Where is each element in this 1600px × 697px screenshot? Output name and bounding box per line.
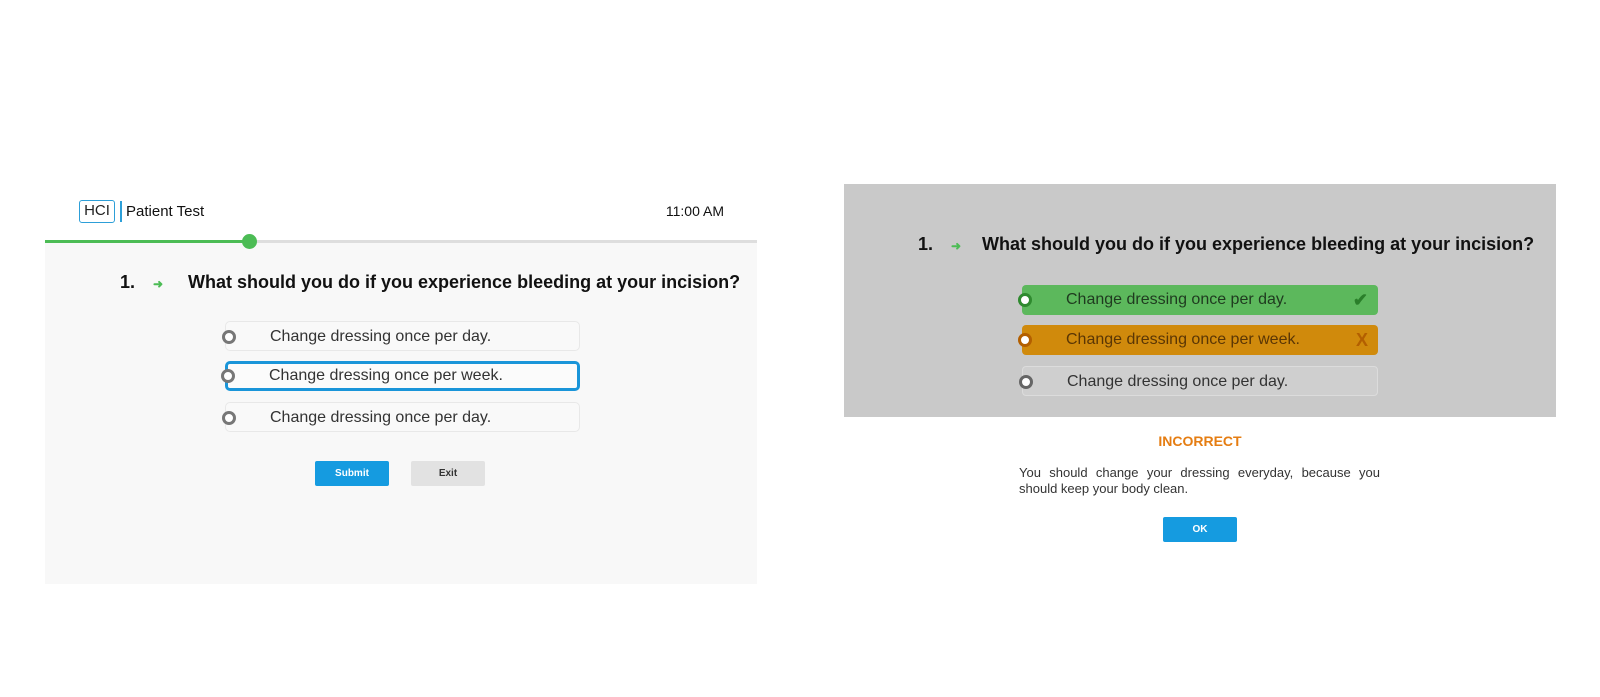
clock: 11:00 AM [665, 203, 724, 219]
option-label: Change dressing once per day. [270, 409, 492, 426]
option-label: Change dressing once per day. [1066, 291, 1288, 308]
ok-button[interactable]: OK [1163, 517, 1237, 542]
radio-icon [1018, 333, 1032, 347]
option-label: Change dressing once per week. [269, 367, 503, 384]
hci-logo: HCI [79, 200, 115, 223]
feedback-option-neutral: Change dressing once per day. [1019, 366, 1378, 396]
answer-option-2[interactable]: Change dressing once per week. [221, 361, 580, 391]
answer-option-3[interactable]: Change dressing once per day. [222, 402, 580, 432]
radio-icon[interactable] [222, 411, 236, 425]
top-bar: HCI Patient Test 11:00 AM [45, 189, 757, 249]
feedback-panel: 1. ➜ What should you do if you experienc… [844, 184, 1556, 417]
question-text: What should you do if you experience ble… [982, 234, 1535, 254]
logo-divider [120, 201, 122, 222]
x-mark-icon: X [1355, 330, 1368, 350]
radio-icon[interactable] [222, 330, 236, 344]
radio-icon[interactable] [221, 369, 235, 383]
question-text: What should you do if you experience ble… [188, 272, 741, 292]
question-row: 1. ➜ What should you do if you experienc… [120, 270, 740, 296]
answer-option-1[interactable]: Change dressing once per day. [222, 321, 580, 351]
check-icon: ✔ [1352, 290, 1368, 310]
quiz-screen: HCI Patient Test 11:00 AM 1. ➜ What shou… [45, 189, 757, 584]
question-number: 1. [918, 234, 934, 254]
feedback-option-incorrect: Change dressing once per week. X [1018, 325, 1378, 355]
arrow-right-icon: ➜ [951, 239, 962, 253]
progress-bar [45, 234, 757, 249]
option-label: Change dressing once per week. [1066, 331, 1300, 348]
explanation-text: You should change your dressing everyday… [1019, 465, 1380, 496]
feedback-option-correct: Change dressing once per day. ✔ [1018, 285, 1378, 315]
option-label: Change dressing once per day. [270, 328, 492, 345]
progress-knob [241, 234, 257, 249]
result-title: INCORRECT [1158, 433, 1242, 449]
exit-button[interactable]: Exit [411, 461, 485, 486]
app-title: Patient Test [126, 203, 205, 220]
radio-icon [1018, 293, 1032, 307]
submit-button[interactable]: Submit [315, 461, 389, 486]
arrow-right-icon: ➜ [153, 277, 164, 291]
question-number: 1. [120, 272, 136, 292]
progress-fill [45, 240, 249, 243]
option-label: Change dressing once per day. [1067, 373, 1289, 390]
radio-icon [1019, 375, 1033, 389]
question-row: 1. ➜ What should you do if you experienc… [918, 232, 1534, 258]
